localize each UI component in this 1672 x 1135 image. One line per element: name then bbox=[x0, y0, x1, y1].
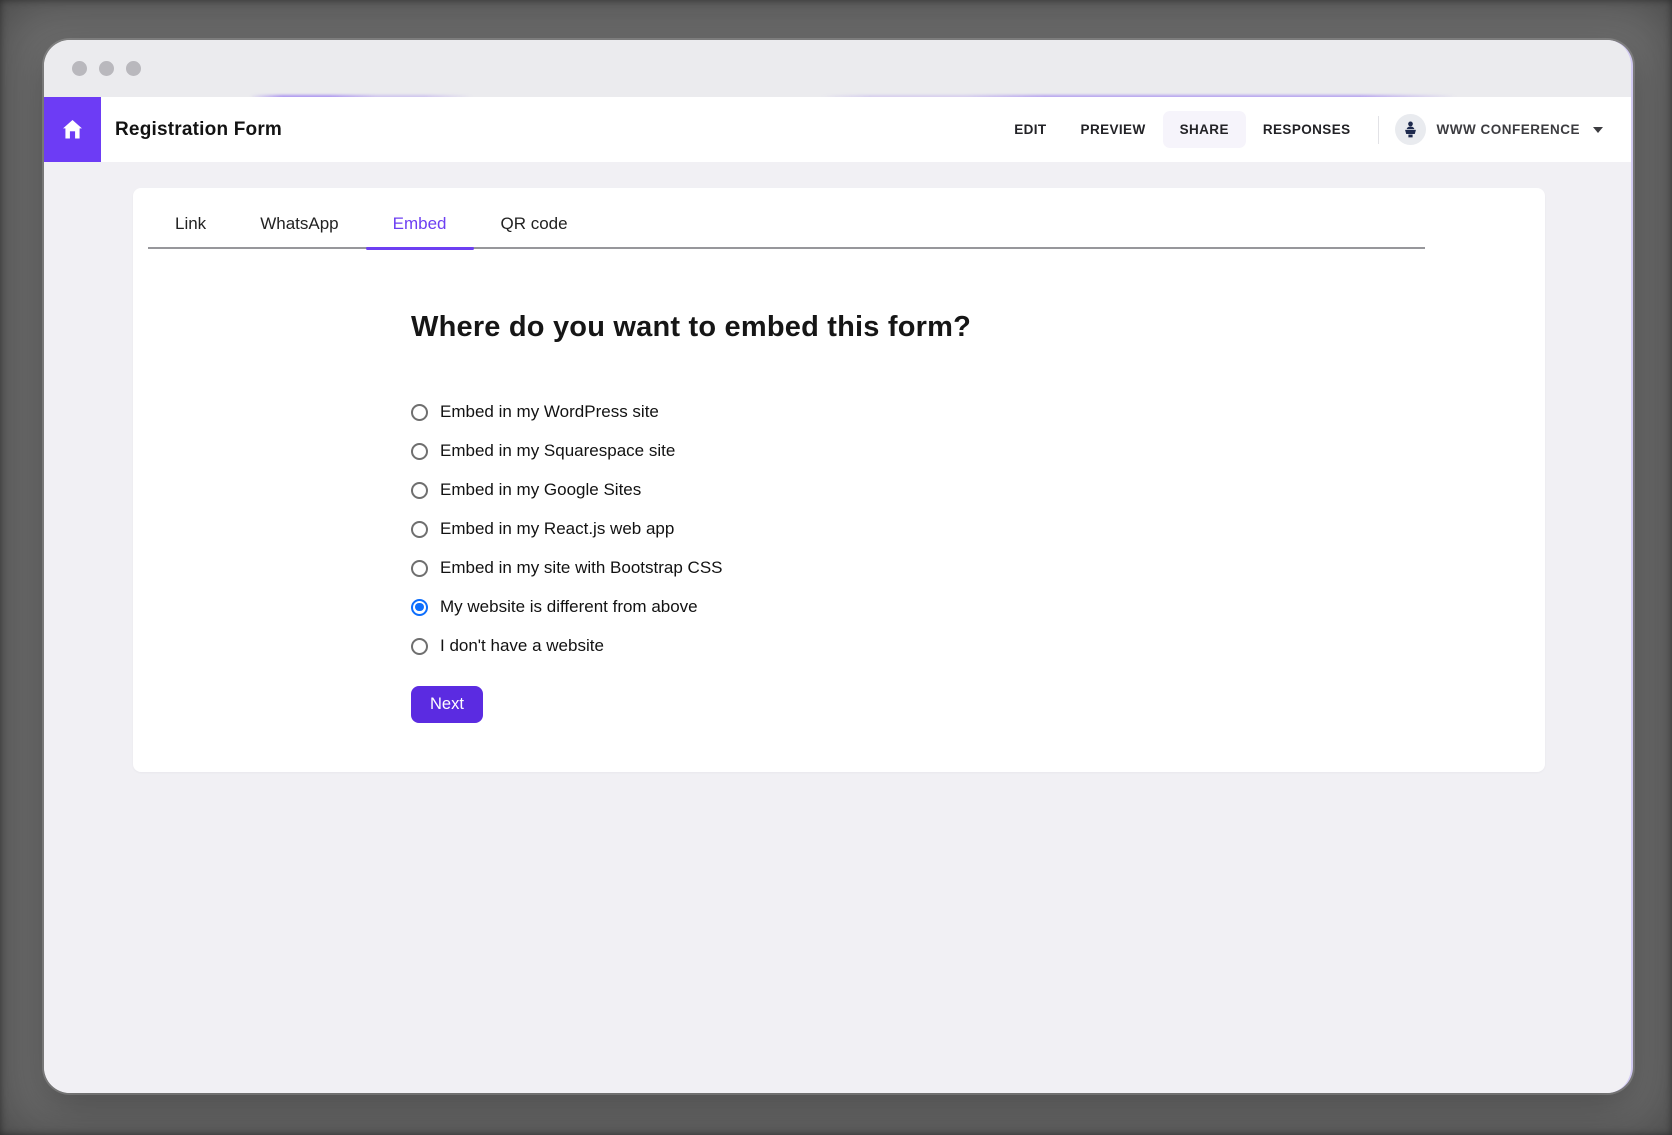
next-button[interactable]: Next bbox=[411, 686, 483, 723]
chevron-down-icon bbox=[1593, 127, 1603, 133]
option-label: I don't have a website bbox=[440, 636, 604, 656]
option-label: Embed in my WordPress site bbox=[440, 402, 659, 422]
share-tabs: Link WhatsApp Embed QR code bbox=[148, 188, 1425, 249]
option-label: My website is different from above bbox=[440, 597, 698, 617]
embed-option-squarespace[interactable]: Embed in my Squarespace site bbox=[411, 441, 675, 461]
embed-option-bootstrap[interactable]: Embed in my site with Bootstrap CSS bbox=[411, 558, 723, 578]
window-control-dot[interactable] bbox=[72, 61, 87, 76]
embed-option-no-website[interactable]: I don't have a website bbox=[411, 636, 604, 656]
header-nav: EDIT PREVIEW SHARE RESPONSES WWW CONFE bbox=[997, 111, 1631, 148]
radio-button[interactable] bbox=[411, 599, 428, 616]
workspace-avatar bbox=[1395, 114, 1426, 145]
window-control-dot[interactable] bbox=[126, 61, 141, 76]
browser-chrome-bar bbox=[44, 40, 1631, 97]
embed-option-react[interactable]: Embed in my React.js web app bbox=[411, 519, 674, 539]
nav-share[interactable]: SHARE bbox=[1163, 111, 1246, 148]
workspace-name: WWW CONFERENCE bbox=[1437, 122, 1580, 137]
workspace-selector[interactable]: WWW CONFERENCE bbox=[1395, 114, 1603, 145]
tab-whatsapp[interactable]: WhatsApp bbox=[233, 188, 365, 247]
tab-link[interactable]: Link bbox=[148, 188, 233, 247]
app-header: Registration Form EDIT PREVIEW SHARE RES… bbox=[44, 97, 1631, 162]
nav-responses[interactable]: RESPONSES bbox=[1246, 111, 1368, 148]
conference-speaker-icon bbox=[1400, 119, 1421, 140]
home-icon bbox=[59, 116, 86, 143]
embed-option-google-sites[interactable]: Embed in my Google Sites bbox=[411, 480, 641, 500]
option-label: Embed in my Google Sites bbox=[440, 480, 641, 500]
embed-option-different-website[interactable]: My website is different from above bbox=[411, 597, 698, 617]
embed-panel: Where do you want to embed this form? Em… bbox=[133, 249, 1545, 723]
nav-edit[interactable]: EDIT bbox=[997, 111, 1063, 148]
share-card: Link WhatsApp Embed QR code Where do you… bbox=[133, 188, 1545, 772]
tab-embed[interactable]: Embed bbox=[366, 188, 474, 247]
option-label: Embed in my site with Bootstrap CSS bbox=[440, 558, 723, 578]
radio-button[interactable] bbox=[411, 443, 428, 460]
tab-qr-code[interactable]: QR code bbox=[474, 188, 595, 247]
radio-button[interactable] bbox=[411, 482, 428, 499]
page-content: Link WhatsApp Embed QR code Where do you… bbox=[44, 162, 1631, 1093]
panel-heading: Where do you want to embed this form? bbox=[411, 311, 1505, 344]
window-control-dot[interactable] bbox=[99, 61, 114, 76]
desktop-backdrop: Registration Form EDIT PREVIEW SHARE RES… bbox=[0, 0, 1672, 1135]
nav-divider bbox=[1378, 116, 1379, 144]
page-title: Registration Form bbox=[115, 119, 282, 141]
home-button[interactable] bbox=[44, 97, 101, 162]
radio-button[interactable] bbox=[411, 638, 428, 655]
embed-option-wordpress[interactable]: Embed in my WordPress site bbox=[411, 402, 659, 422]
radio-button[interactable] bbox=[411, 404, 428, 421]
option-label: Embed in my Squarespace site bbox=[440, 441, 675, 461]
radio-button[interactable] bbox=[411, 521, 428, 538]
browser-window: Registration Form EDIT PREVIEW SHARE RES… bbox=[44, 40, 1633, 1093]
option-label: Embed in my React.js web app bbox=[440, 519, 674, 539]
radio-button[interactable] bbox=[411, 560, 428, 577]
nav-preview[interactable]: PREVIEW bbox=[1064, 111, 1163, 148]
